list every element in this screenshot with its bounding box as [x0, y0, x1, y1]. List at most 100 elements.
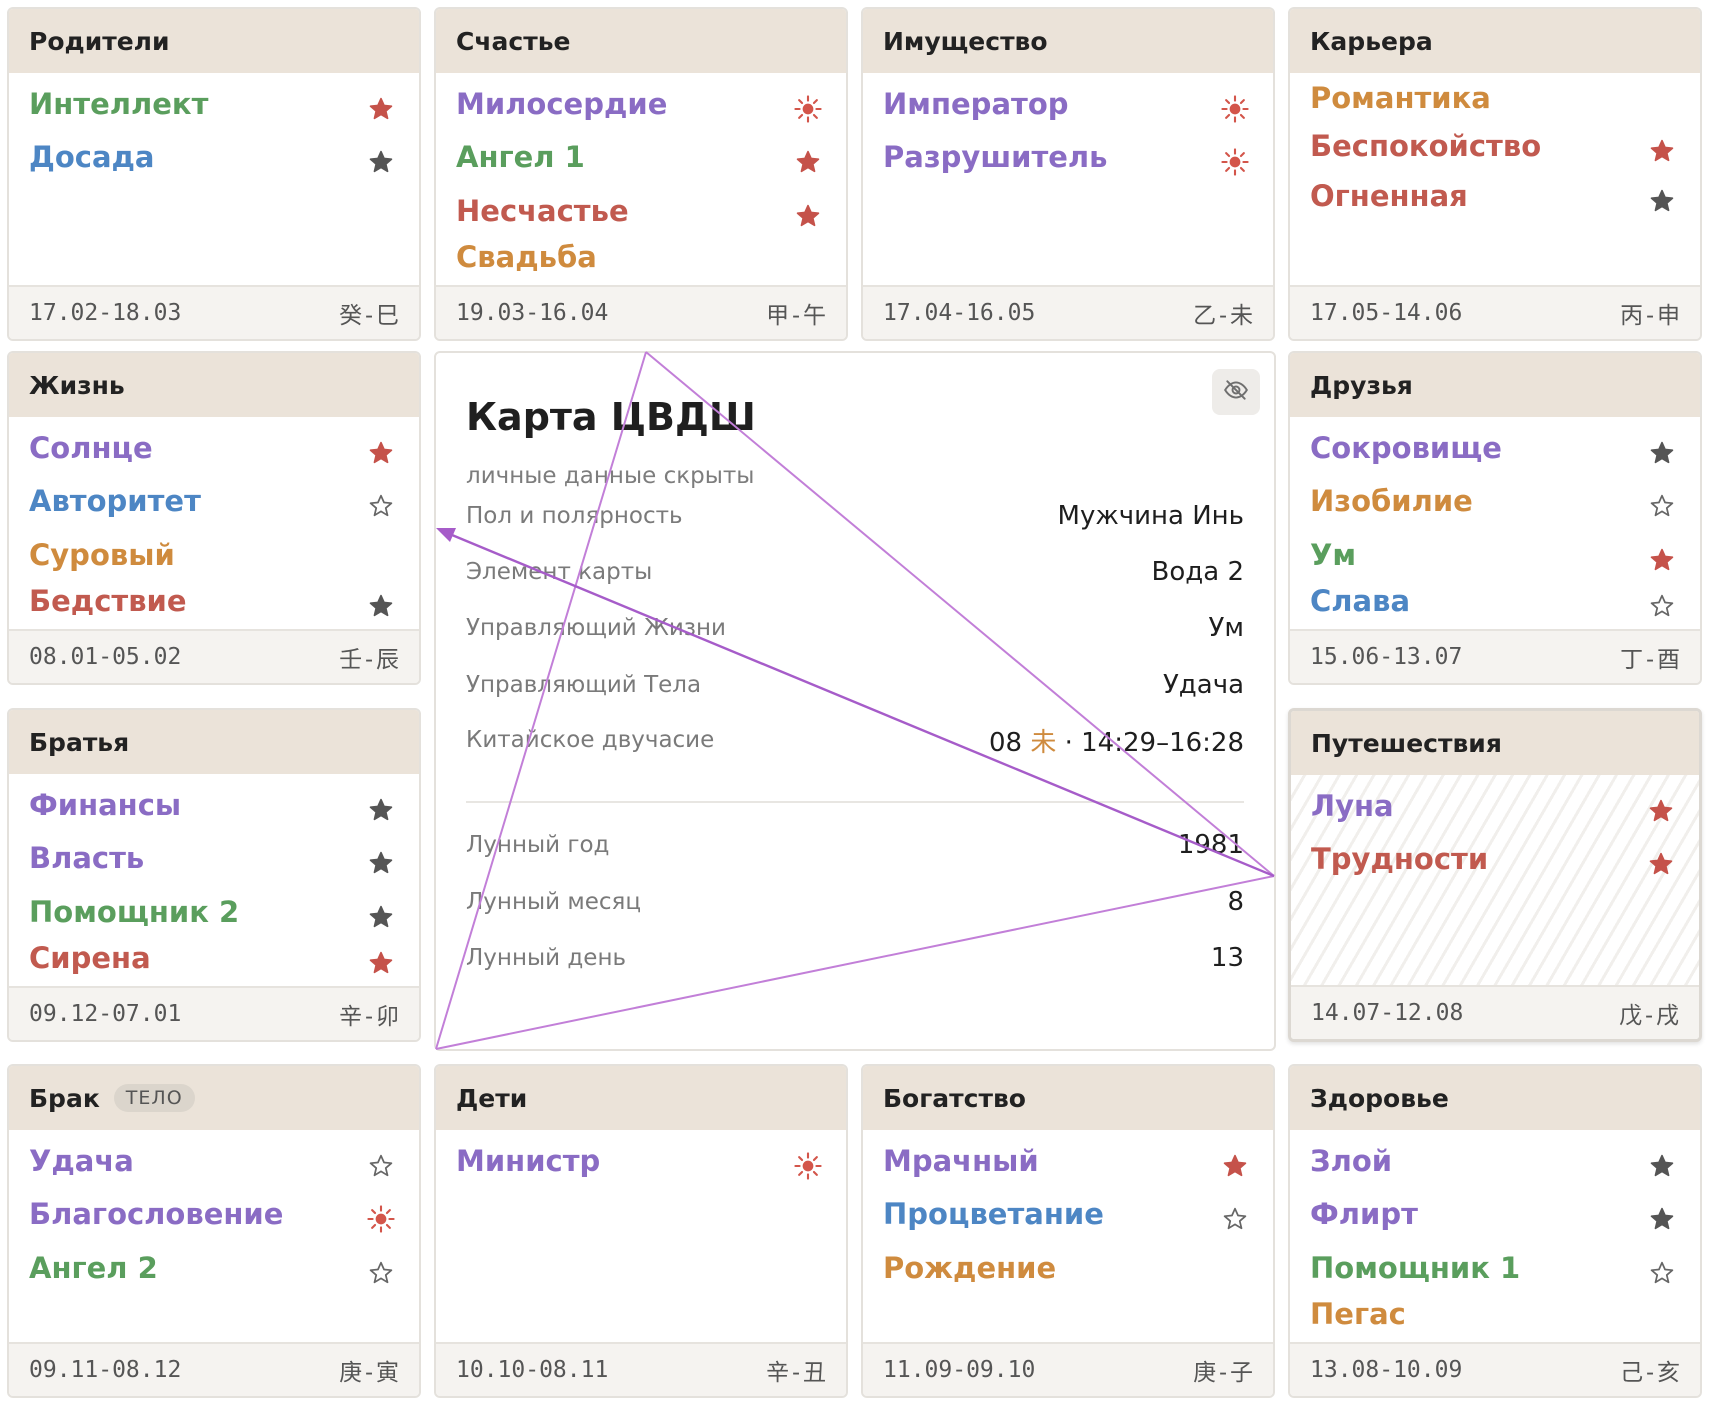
hour-number: 08	[988, 727, 1023, 758]
star-name[interactable]: Солнце	[29, 431, 153, 465]
star-name[interactable]: Помощник 1	[1310, 1251, 1520, 1285]
palace-header: Братья	[9, 710, 419, 774]
palace-cell[interactable]: Братья Финансы Власть Помощник 2 Сирена 09.12…	[7, 708, 421, 1042]
star-name[interactable]: Злой	[1310, 1144, 1392, 1178]
palace-header: Друзья	[1290, 353, 1700, 417]
palace-body: Удача Благословение Ангел 2	[9, 1130, 419, 1344]
palace-cell[interactable]: Брак ТЕЛО Удача Благословение Ангел 2 09.11-0…	[7, 1064, 421, 1398]
palace-footer: 13.08-10.09 己-亥	[1290, 1342, 1700, 1396]
palace-cell[interactable]: Жизнь Солнце Авторитет Суровый Бедствие 08.01…	[7, 351, 421, 685]
star-name[interactable]: Власть	[29, 841, 144, 875]
star-name[interactable]: Авторитет	[29, 484, 201, 518]
star-name[interactable]: Досада	[29, 140, 155, 174]
info-value: Ум	[1208, 613, 1244, 643]
star-name[interactable]: Министр	[456, 1144, 600, 1178]
info-row-double-hour: Китайское двучасие 08 未 · 14:29–16:28	[466, 720, 1244, 760]
palace-cell[interactable]: Богатство Мрачный Процветание Рождение 11.09…	[861, 1064, 1275, 1398]
palace-cell[interactable]: Дети Министр 10.10-08.11 辛-丑	[434, 1064, 848, 1398]
star-name[interactable]: Император	[883, 87, 1069, 121]
star-name[interactable]: Свадьба	[456, 240, 597, 274]
star-filled-dark-icon	[367, 148, 395, 176]
palace-header: Счастье	[436, 9, 846, 73]
palace-cell[interactable]: Друзья Сокровище Изобилие Ум Слава 15.06-13.0…	[1288, 351, 1702, 685]
info-value: Мужчина Инь	[1057, 501, 1244, 531]
star-name[interactable]: Сокровище	[1310, 431, 1502, 465]
star-name[interactable]: Слава	[1310, 584, 1410, 618]
star-filled-red-icon	[1221, 1152, 1249, 1180]
date-range: 15.06-13.07	[1310, 644, 1463, 670]
info-label: Элемент карты	[466, 559, 653, 585]
star-outline-icon	[1648, 492, 1676, 520]
info-label: Китайское двучасие	[466, 727, 715, 753]
info-label: Лунный год	[466, 832, 610, 858]
star-name[interactable]: Луна	[1311, 789, 1394, 823]
info-row-body-ruler: Управляющий Тела Удача	[466, 665, 1244, 705]
date-range: 09.11-08.12	[29, 1357, 182, 1383]
info-row-element: Элемент карты Вода 2	[466, 552, 1244, 592]
star-name[interactable]: Благословение	[29, 1197, 283, 1231]
sun-icon	[794, 1152, 822, 1180]
sun-icon	[367, 1205, 395, 1233]
palace-footer: 17.02-18.03 癸-巳	[9, 285, 419, 339]
date-range: 11.09-09.10	[883, 1357, 1036, 1383]
star-name[interactable]: Флирт	[1310, 1197, 1418, 1231]
star-name[interactable]: Изобилие	[1310, 484, 1473, 518]
ganzhi-label: 己-亥	[1620, 1360, 1680, 1386]
double-hour-value: 08 未 · 14:29–16:28	[989, 722, 1244, 759]
star-name[interactable]: Сирена	[29, 941, 151, 975]
star-name[interactable]: Удача	[29, 1144, 134, 1178]
star-name[interactable]: Рождение	[883, 1251, 1056, 1285]
star-name[interactable]: Разрушитель	[883, 140, 1108, 174]
star-name[interactable]: Мрачный	[883, 1144, 1039, 1178]
star-name[interactable]: Романтика	[1310, 81, 1491, 115]
star-name[interactable]: Несчастье	[456, 194, 629, 228]
date-range: 17.05-14.06	[1310, 300, 1463, 326]
palace-footer: 17.04-16.05 乙-未	[863, 285, 1273, 339]
date-range: 17.02-18.03	[29, 300, 182, 326]
star-name[interactable]: Огненная	[1310, 179, 1468, 213]
divider	[466, 801, 1244, 803]
star-filled-red-icon	[367, 949, 395, 977]
star-name[interactable]: Пегас	[1310, 1297, 1406, 1331]
body-badge: ТЕЛО	[113, 1084, 195, 1112]
palace-body: Финансы Власть Помощник 2 Сирена	[9, 774, 419, 988]
palace-body: Милосердие Ангел 1 Несчастье Свадьба	[436, 73, 846, 287]
palace-cell[interactable]: Путешествия Луна Трудности 14.07-12.08 戊-戌	[1288, 708, 1702, 1042]
info-label: Лунный день	[466, 945, 627, 971]
palace-body: Сокровище Изобилие Ум Слава	[1290, 417, 1700, 631]
ganzhi-label: 乙-未	[1193, 303, 1253, 329]
palace-cell[interactable]: Имущество Император Разрушитель 17.04-16.05…	[861, 7, 1275, 341]
palace-title: Братья	[29, 727, 130, 757]
chart-info-panel: Карта ЦВДШ личные данные скрыты Пол и по…	[434, 351, 1276, 1051]
palace-footer: 11.09-09.10 庚-子	[863, 1342, 1273, 1396]
info-row-lunar-year: Лунный год 1981	[466, 825, 1244, 865]
star-outline-icon	[367, 1259, 395, 1287]
palace-cell[interactable]: Карьера Романтика Беспокойство Огненная 17.0…	[1288, 7, 1702, 341]
toggle-privacy-button[interactable]	[1212, 369, 1260, 415]
star-name[interactable]: Ангел 1	[456, 140, 585, 174]
star-filled-red-icon	[794, 202, 822, 230]
star-name[interactable]: Суровый	[29, 538, 175, 572]
star-name[interactable]: Финансы	[29, 788, 181, 822]
star-name[interactable]: Процветание	[883, 1197, 1104, 1231]
palace-title: Брак	[29, 1083, 100, 1113]
star-name[interactable]: Бедствие	[29, 584, 187, 618]
star-name[interactable]: Трудности	[1311, 842, 1488, 876]
star-filled-dark-icon	[367, 796, 395, 824]
palace-cell[interactable]: Родители Интеллект Досада 17.02-18.03 癸-巳	[7, 7, 421, 341]
palace-body: Злой Флирт Помощник 1 Пегас	[1290, 1130, 1700, 1344]
star-name[interactable]: Помощник 2	[29, 895, 239, 929]
star-name[interactable]: Ангел 2	[29, 1251, 158, 1285]
palace-cell[interactable]: Счастье Милосердие Ангел 1 Несчастье Свадьба…	[434, 7, 848, 341]
star-filled-red-icon	[367, 95, 395, 123]
privacy-note: личные данные скрыты	[466, 463, 755, 489]
star-name[interactable]: Ум	[1310, 538, 1356, 572]
star-name[interactable]: Беспокойство	[1310, 129, 1541, 163]
star-filled-red-icon	[1648, 546, 1676, 574]
palace-footer: 15.06-13.07 丁-酉	[1290, 629, 1700, 683]
star-name[interactable]: Интеллект	[29, 87, 208, 121]
palace-cell[interactable]: Здоровье Злой Флирт Помощник 1 Пегас 13.08-10…	[1288, 1064, 1702, 1398]
star-name[interactable]: Милосердие	[456, 87, 667, 121]
palace-footer: 17.05-14.06 丙-申	[1290, 285, 1700, 339]
sun-icon	[1221, 95, 1249, 123]
